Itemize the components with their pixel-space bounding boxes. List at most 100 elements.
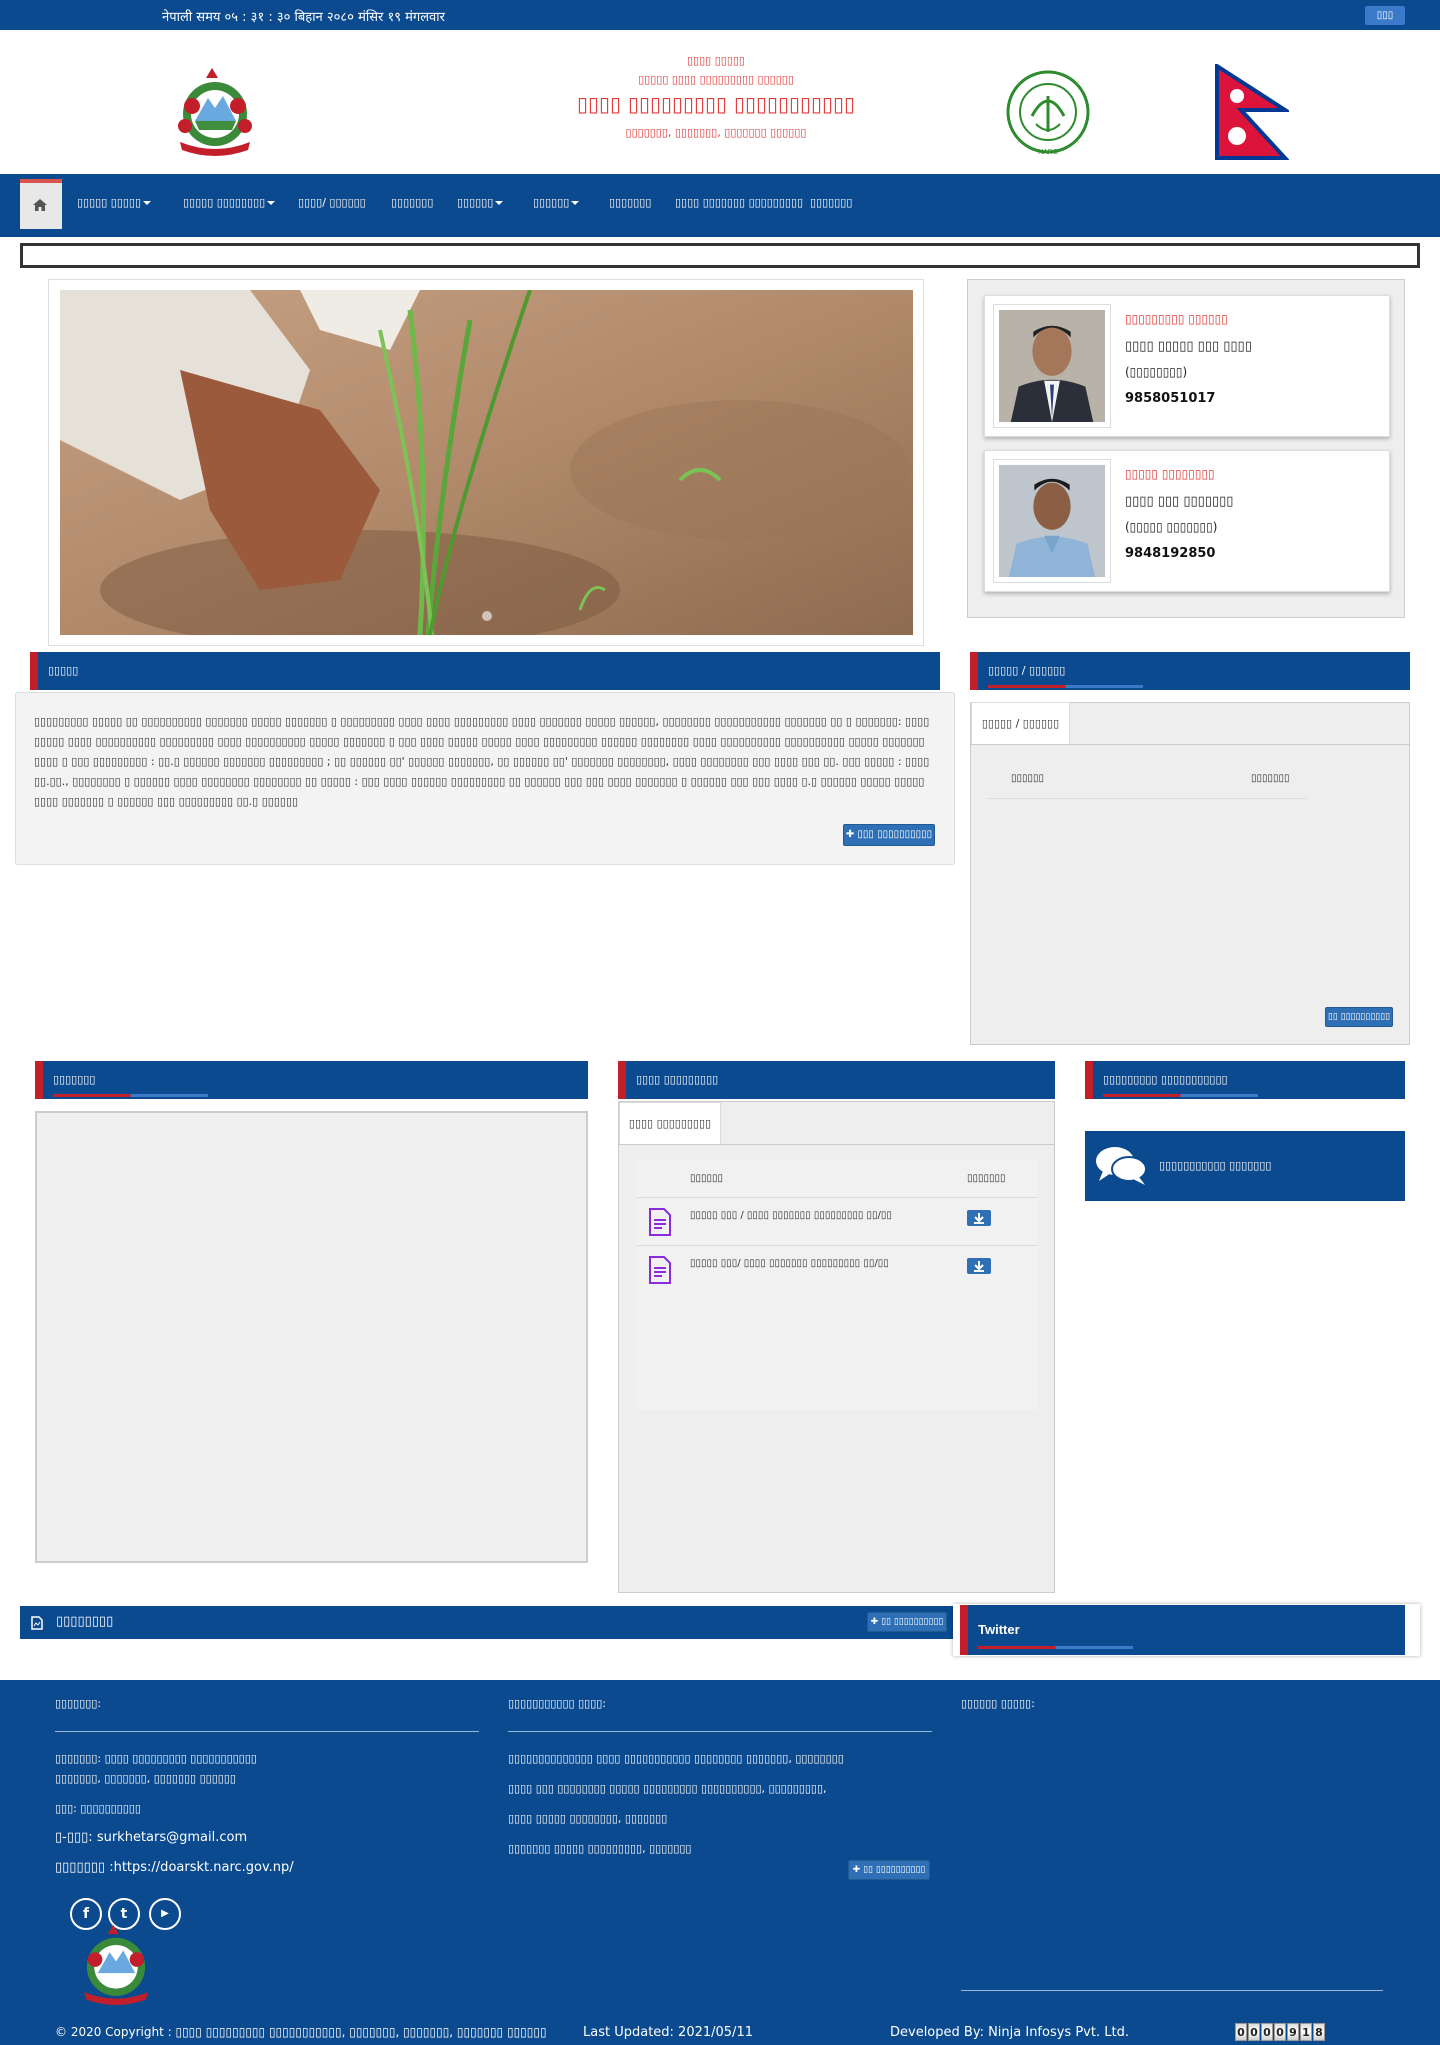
about-text: ▯▯▯▯▯▯▯▯▯ ▯▯▯▯▯ ▯▯ ▯▯▯▯▯▯▯▯▯▯ ▯▯▯▯▯▯▯ ▯▯… [34,715,930,808]
header-line-ministry: ▯▯▯▯ ▯▯▯▯▯ [687,54,745,67]
footer-link[interactable]: ▯▯▯▯▯▯▯▯▯▯▯▯▯▯ ▯▯▯▯ ▯▯▯▯▯▯▯▯▯▯▯ ▯▯▯▯▯▯▯▯… [508,1752,844,1765]
gallery-panel [35,1111,588,1563]
footer-copyright: © 2020 Copyright : ▯▯▯▯ ▯▯▯▯▯▯▯▯▯ ▯▯▯▯▯▯… [55,2025,547,2039]
caret-down-icon [267,201,276,205]
counter-digit: 0 [1235,2023,1247,2041]
nav-item-info[interactable]: ▯▯▯▯▯ ▯▯▯▯▯▯▯▯ [183,196,276,209]
staff-phone: 9858051017 [1125,391,1216,406]
publications-col-download: ▯▯▯▯▯▯▯ [967,1173,1006,1184]
footer-emblem-icon [84,1925,148,2005]
news-tab-panel [970,702,1410,1045]
visitor-counter: 0 0 0 0 9 1 8 [1235,2023,1325,2043]
staff-photo [993,459,1111,583]
footer-links-title: ▯▯▯▯▯▯▯▯▯▯▯ ▯▯▯▯: [508,1697,607,1710]
caret-down-icon [495,201,504,205]
caret-down-icon [143,201,152,205]
heading-underline [1103,1094,1258,1097]
footer-links-more-button[interactable]: ✚ ▯▯ ▯▯▯▯▯▯▯▯▯▯ [848,1860,930,1880]
footer-link[interactable]: ▯▯▯▯ ▯▯▯ ▯▯▯▯▯▯▯▯ ▯▯▯▯▯ ▯▯▯▯▯▯▯▯▯ ▯▯▯▯▯▯… [508,1782,827,1795]
footer-developer[interactable]: Developed By: Ninja Infosys Pvt. Ltd. [890,2025,1129,2040]
home-nav-button[interactable] [20,179,62,229]
news-view-all-button[interactable]: ▯▯ ▯▯▯▯▯▯▯▯▯▯ [1325,1007,1393,1027]
tab-news[interactable]: ▯▯▯▯▯ / ▯▯▯▯▯▯ [971,702,1070,744]
twitter-section-header: Twitter [960,1605,1405,1655]
feedback-link[interactable]: ▯▯▯▯▯▯▯▯▯▯▯ ▯▯▯▯▯▯▯ [1085,1131,1405,1201]
counter-digit: 8 [1313,2023,1325,2041]
nepali-datetime: नेपाली समय ०५ : ३१ : ३० बिहान २०८० मंसिर… [162,10,445,25]
counter-digit: 1 [1300,2023,1312,2041]
nepal-flag-icon [1215,64,1289,160]
table-row: ▯▯▯▯▯ ▯▯▯/ ▯▯▯▯ ▯▯▯▯▯▯▯ ▯▯▯▯▯▯▯▯▯ ▯▯/▯▯ [636,1246,1038,1293]
top-bar: नेपाली समय ०५ : ३१ : ३० बिहान २०८० मंसिर… [0,0,1440,30]
gallery-heading: ▯▯▯▯▯▯▯ [53,1073,96,1086]
site-header: ▯▯▯▯ ▯▯▯▯▯ ▯▯▯▯▯ ▯▯▯▯ ▯▯▯▯▯▯▯▯▯ ▯▯▯▯▯▯ ▯… [136,32,1304,174]
nav-item-news[interactable]: ▯▯▯▯/ ▯▯▯▯▯▯ [298,196,366,209]
header-line-council: ▯▯▯▯▯ ▯▯▯▯ ▯▯▯▯▯▯▯▯▯ ▯▯▯▯▯▯ [638,73,794,86]
publications-col-title: ▯▯▯▯▯▯ [690,1173,724,1184]
document-icon [649,1208,671,1236]
download-button[interactable] [967,1210,991,1226]
staff-phone: 9848192850 [1125,546,1216,561]
about-heading: ▯▯▯▯▯ [48,664,79,677]
nav-item-notice[interactable]: ▯▯▯▯▯▯▯ [391,196,433,209]
plus-icon: ✚ [852,1865,861,1875]
twitter-heading: Twitter [978,1622,1020,1637]
news-marquee [20,243,1420,268]
heading-underline [53,1094,208,1097]
staff-card: ▯▯▯▯▯▯▯▯▯ ▯▯▯▯▯▯ ▯▯▯▯ ▯▯▯▯▯ ▯▯▯ ▯▯▯▯ (▯▯… [984,295,1390,437]
footer-email[interactable]: ▯-▯▯▯: surkhetars@gmail.com [55,1830,247,1845]
footer-link[interactable]: ▯▯▯▯ ▯▯▯▯▯ ▯▯▯▯▯▯▯▯, ▯▯▯▯▯▯▯ [508,1812,667,1825]
table-row: ▯▯▯▯▯ ▯▯▯ / ▯▯▯▯ ▯▯▯▯▯▯▯ ▯▯▯▯▯▯▯▯▯ ▯▯/▯▯ [636,1198,1038,1245]
download-button[interactable] [967,1258,991,1274]
counter-digit: 9 [1287,2023,1299,2041]
publications-section-header: ▯▯▯▯ ▯▯▯▯▯▯▯▯▯ [618,1061,1055,1099]
publications-heading: ▯▯▯▯ ▯▯▯▯▯▯▯▯▯ [636,1073,719,1086]
news-heading: ▯▯▯▯▯ / ▯▯▯▯▯▯ [988,664,1066,677]
nepal-emblem-icon [178,68,252,156]
about-read-more-button[interactable]: ✚ ▯▯▯ ▯▯▯▯▯▯▯▯▯▯ [843,824,935,846]
downloads-heading: ▯▯▯▯▯▯▯▯ [56,1614,114,1629]
header-address: ▯▯▯▯▯▯▯, ▯▯▯▯▯▯▯, ▯▯▯▯▯▯▯ ▯▯▯▯▯▯ [625,126,807,139]
document-icon [649,1256,671,1284]
counter-digit: 0 [1261,2023,1273,2041]
footer-office: ▯▯▯▯▯▯▯: ▯▯▯▯ ▯▯▯▯▯▯▯▯▯ ▯▯▯▯▯▯▯▯▯▯▯ [55,1752,257,1765]
footer-third-title: ▯▯▯▯▯▯ ▯▯▯▯▯: [961,1697,1035,1710]
home-icon [33,199,47,211]
footer-phone: ▯▯▯: ▯▯▯▯▯▯▯▯▯▯ [55,1802,141,1815]
staff-photo [993,304,1111,428]
plus-icon: ✚ [870,1617,879,1627]
news-col-download: ▯▯▯▯▯▯▯ [1251,773,1290,784]
downloads-view-all-button[interactable]: ✚ ▯▯ ▯▯▯▯▯▯▯▯▯▯ [867,1612,947,1632]
staff-name: ▯▯▯▯ ▯▯▯ ▯▯▯▯▯▯▯ [1125,494,1234,509]
about-section-header: ▯▯▯▯▯ [30,652,940,690]
staff-name: ▯▯▯▯ ▯▯▯▯▯ ▯▯▯ ▯▯▯▯ [1125,339,1252,354]
footer-divider [55,1731,479,1732]
language-toggle-button[interactable]: ▯▯▯ [1365,6,1405,25]
publication-title[interactable]: ▯▯▯▯▯ ▯▯▯/ ▯▯▯▯ ▯▯▯▯▯▯▯ ▯▯▯▯▯▯▯▯▯ ▯▯/▯▯ [690,1258,889,1269]
nav-item-gallery[interactable]: ▯▯▯▯▯▯ [533,196,580,209]
file-image-icon [31,1616,43,1630]
slider-image-farmer-planting[interactable] [60,290,913,635]
publication-title[interactable]: ▯▯▯▯▯ ▯▯▯ / ▯▯▯▯ ▯▯▯▯▯▯▯ ▯▯▯▯▯▯▯▯▯ ▯▯/▯▯ [690,1210,892,1221]
caret-down-icon [571,201,580,205]
tab-divider [619,1144,1054,1145]
feedback-label: ▯▯▯▯▯▯▯▯▯▯▯ ▯▯▯▯▯▯▯ [1159,1159,1272,1172]
nav-item-publication[interactable]: ▯▯▯▯▯▯ [457,196,504,209]
main-navigation: ▯▯▯▯▯ ▯▯▯▯▯ ▯▯▯▯▯ ▯▯▯▯▯▯▯▯ ▯▯▯▯/ ▯▯▯▯▯▯ … [0,174,1440,237]
gallery-section-header: ▯▯▯▯▯▯▯ [35,1061,588,1099]
site-footer: ▯▯▯▯▯▯▯: ▯▯▯▯▯▯▯: ▯▯▯▯ ▯▯▯▯▯▯▯▯▯ ▯▯▯▯▯▯▯… [0,1680,1440,2045]
feedback-heading: ▯▯▯▯▯▯▯▯▯ ▯▯▯▯▯▯▯▯▯▯▯ [1103,1073,1228,1086]
footer-divider [961,1990,1383,1991]
nav-item-contact[interactable]: ▯▯▯▯▯▯▯ [810,196,852,209]
heading-underline [988,685,1143,688]
tab-divider [971,744,1409,745]
staff-role: ▯▯▯▯▯ ▯▯▯▯▯▯▯▯ [1125,467,1215,481]
footer-website[interactable]: ▯▯▯▯▯▯▯ :https://doarskt.narc.gov.np/ [55,1860,294,1875]
nav-item-about[interactable]: ▯▯▯▯▯ ▯▯▯▯▯ [77,196,152,209]
chat-bubbles-icon [1096,1147,1147,1185]
nav-item-downloads[interactable]: ▯▯▯▯▯▯▯ [609,196,651,209]
nav-item-complaint[interactable]: ▯▯▯▯ ▯▯▯▯▯▯▯ ▯▯▯▯▯▯▯▯▯ [675,196,803,209]
tab-publications[interactable]: ▯▯▯▯ ▯▯▯▯▯▯▯▯▯ [619,1102,721,1144]
footer-divider [508,1731,932,1732]
footer-link[interactable]: ▯▯▯▯▯▯▯ ▯▯▯▯▯ ▯▯▯▯▯▯▯▯▯, ▯▯▯▯▯▯▯ [508,1842,691,1855]
